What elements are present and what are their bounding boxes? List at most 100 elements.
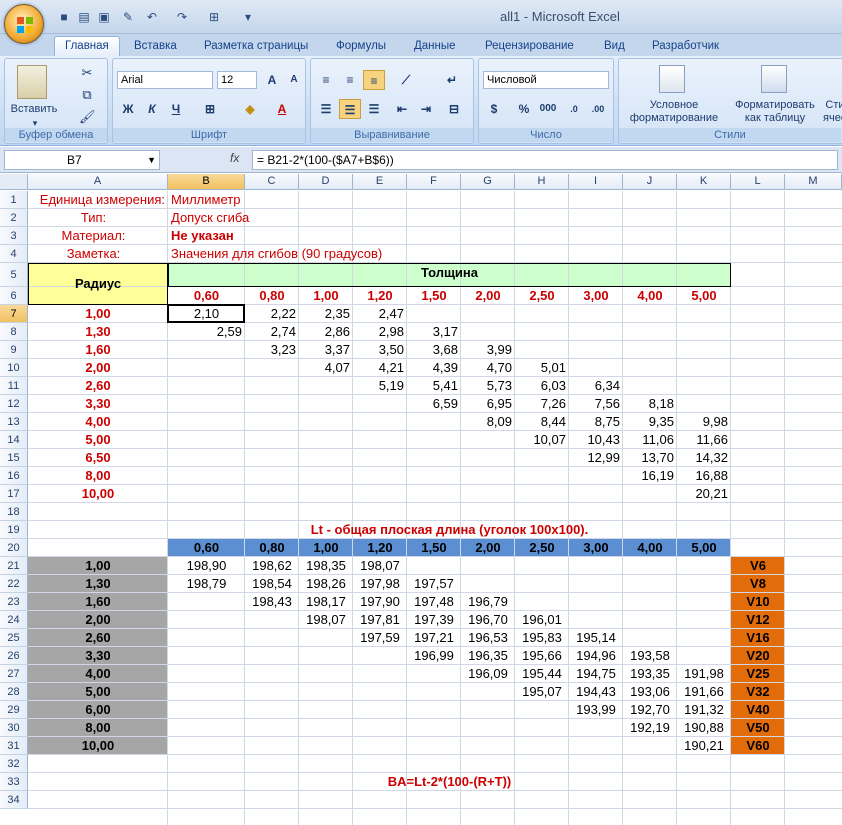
insert-function-icon[interactable]: fx: [230, 151, 239, 165]
tab-view[interactable]: Вид: [604, 38, 625, 56]
borders-icon[interactable]: ⊞: [199, 99, 221, 119]
column-header-g[interactable]: G: [461, 174, 515, 190]
ba-cell[interactable]: 9,98: [677, 413, 731, 431]
lt-cell[interactable]: 196,09: [461, 665, 515, 683]
lt-thickness-value[interactable]: 5,00: [677, 539, 731, 557]
radius-value[interactable]: 10,00: [28, 485, 168, 503]
preview-icon[interactable]: ▣: [96, 9, 112, 25]
underline-icon[interactable]: Ч: [165, 99, 187, 119]
lt-cell[interactable]: 198,17: [299, 593, 353, 611]
thickness-value[interactable]: 2,50: [515, 287, 569, 305]
v-label[interactable]: V40: [731, 701, 785, 719]
decrease-decimal-icon[interactable]: .00: [587, 99, 609, 119]
column-header-d[interactable]: D: [299, 174, 353, 190]
lt-thickness-value[interactable]: 1,20: [353, 539, 407, 557]
row-header-10[interactable]: 10: [0, 359, 28, 377]
column-header-a[interactable]: A: [28, 174, 168, 190]
ba-cell[interactable]: 5,01: [515, 359, 569, 377]
radius-header[interactable]: Радиус: [28, 263, 168, 305]
save-icon[interactable]: ■: [56, 9, 72, 25]
ba-cell[interactable]: 2,10: [168, 305, 245, 323]
v-label[interactable]: V12: [731, 611, 785, 629]
lt-cell[interactable]: 193,06: [623, 683, 677, 701]
radius-value[interactable]: 1,60: [28, 341, 168, 359]
cell-styles-label-2[interactable]: ячее: [823, 112, 842, 124]
conditional-formatting-label-2[interactable]: форматирование: [619, 112, 729, 124]
v-label[interactable]: V20: [731, 647, 785, 665]
row-header-30[interactable]: 30: [0, 719, 28, 737]
ba-cell[interactable]: 11,06: [623, 431, 677, 449]
name-box-dropdown-icon[interactable]: ▼: [147, 151, 156, 169]
lt-thickness-value[interactable]: 2,50: [515, 539, 569, 557]
bold-icon[interactable]: Ж: [117, 99, 139, 119]
lt-cell[interactable]: 197,98: [353, 575, 407, 593]
ba-cell[interactable]: 6,03: [515, 377, 569, 395]
lt-thickness-value[interactable]: 4,00: [623, 539, 677, 557]
ba-cell[interactable]: 2,22: [245, 305, 299, 323]
thickness-value[interactable]: 4,00: [623, 287, 677, 305]
ba-cell[interactable]: 5,19: [353, 377, 407, 395]
thickness-value[interactable]: 0,80: [245, 287, 299, 305]
office-button[interactable]: [4, 4, 44, 44]
ba-cell[interactable]: 3,37: [299, 341, 353, 359]
lt-cell[interactable]: 196,79: [461, 593, 515, 611]
formula-input[interactable]: = B21-2*(100-($A7+B$6)): [252, 150, 838, 170]
lt-cell[interactable]: 198,54: [245, 575, 299, 593]
increase-indent-icon[interactable]: ⇥: [415, 99, 437, 119]
select-all-corner[interactable]: [0, 174, 28, 190]
meta-value[interactable]: Допуск сгиба: [168, 209, 407, 227]
row-header-14[interactable]: 14: [0, 431, 28, 449]
lt-cell[interactable]: 194,96: [569, 647, 623, 665]
radius-value[interactable]: 1,00: [28, 305, 168, 323]
thickness-value[interactable]: 1,20: [353, 287, 407, 305]
lt-cell[interactable]: 191,32: [677, 701, 731, 719]
thickness-header[interactable]: Толщина: [168, 263, 731, 287]
align-right-icon[interactable]: ☰: [363, 99, 385, 119]
lt-cell[interactable]: 198,62: [245, 557, 299, 575]
fill-color-icon[interactable]: ◈: [239, 99, 261, 119]
radius-value[interactable]: 8,00: [28, 467, 168, 485]
row-header-29[interactable]: 29: [0, 701, 28, 719]
row-header-22[interactable]: 22: [0, 575, 28, 593]
lt-thickness-value[interactable]: 1,50: [407, 539, 461, 557]
ba-cell[interactable]: 6,34: [569, 377, 623, 395]
ba-cell[interactable]: 7,26: [515, 395, 569, 413]
lt-cell[interactable]: 197,59: [353, 629, 407, 647]
decrease-indent-icon[interactable]: ⇤: [391, 99, 413, 119]
font-color-icon[interactable]: A: [271, 99, 293, 119]
align-top-icon[interactable]: ≡: [315, 70, 337, 90]
format-as-table-icon[interactable]: [761, 65, 787, 93]
column-header-e[interactable]: E: [353, 174, 407, 190]
row-header-26[interactable]: 26: [0, 647, 28, 665]
row-header-6[interactable]: 6: [0, 287, 28, 305]
column-header-m[interactable]: M: [785, 174, 842, 190]
column-header-k[interactable]: K: [677, 174, 731, 190]
lt-cell[interactable]: 192,70: [623, 701, 677, 719]
tab-data[interactable]: Данные: [414, 38, 456, 56]
radius-value[interactable]: 6,50: [28, 449, 168, 467]
row-header-21[interactable]: 21: [0, 557, 28, 575]
lt-cell[interactable]: 194,43: [569, 683, 623, 701]
conditional-formatting-icon[interactable]: [659, 65, 685, 93]
ba-cell[interactable]: 16,88: [677, 467, 731, 485]
lt-cell[interactable]: 196,70: [461, 611, 515, 629]
thickness-value[interactable]: 5,00: [677, 287, 731, 305]
v-label[interactable]: V16: [731, 629, 785, 647]
ba-cell[interactable]: 5,41: [407, 377, 461, 395]
font-name-box[interactable]: Arial: [117, 71, 213, 89]
ba-cell[interactable]: 4,39: [407, 359, 461, 377]
ba-cell[interactable]: 8,44: [515, 413, 569, 431]
lt-radius-value[interactable]: 3,30: [28, 647, 168, 665]
row-header-13[interactable]: 13: [0, 413, 28, 431]
lt-cell[interactable]: 196,99: [407, 647, 461, 665]
ba-cell[interactable]: 3,50: [353, 341, 407, 359]
lt-cell[interactable]: 197,81: [353, 611, 407, 629]
tab-developer[interactable]: Разработчик: [652, 38, 719, 56]
lt-radius-value[interactable]: 5,00: [28, 683, 168, 701]
meta-label[interactable]: Единица измерения:: [28, 191, 168, 209]
row-header-33[interactable]: 33: [0, 773, 28, 791]
meta-value[interactable]: Не указан: [168, 227, 407, 245]
meta-value[interactable]: Миллиметр: [168, 191, 407, 209]
cut-icon[interactable]: ✂: [79, 66, 95, 79]
column-header-b[interactable]: B: [168, 174, 245, 190]
